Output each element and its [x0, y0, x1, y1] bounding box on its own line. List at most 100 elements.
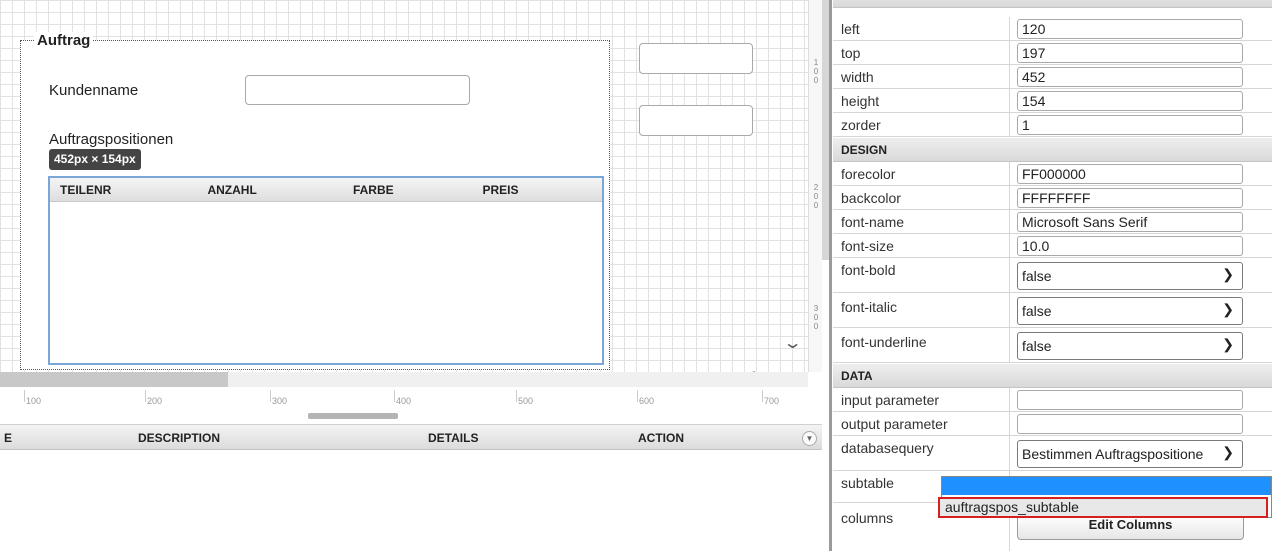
select-value: false	[1022, 268, 1052, 284]
subtable-column-teilenr[interactable]: TEILENR	[50, 178, 197, 201]
design-canvas[interactable]: Auftrag Kundenname Auftragspositionen TE…	[0, 0, 808, 372]
font-bold-select[interactable]: false ❯	[1017, 262, 1243, 290]
column-e[interactable]: E	[4, 431, 12, 445]
prop-label: font-size	[841, 238, 894, 254]
prop-row-width: width 452	[833, 65, 1272, 89]
prop-row-backcolor: backcolor FFFFFFFF	[833, 186, 1272, 210]
prop-label: font-italic	[841, 299, 898, 315]
prop-row-font-size: font-size 10.0	[833, 234, 1272, 258]
form-title: Auftrag	[34, 32, 94, 49]
column-action[interactable]: ACTION	[638, 431, 684, 445]
prop-row-databasequery: databasequery Bestimmen Auftragsposition…	[833, 436, 1272, 471]
prop-row-font-bold: font-bold false ❯	[833, 258, 1272, 293]
prop-label: columns	[841, 510, 894, 526]
select-value: false	[1022, 338, 1052, 354]
vertical-scrollbar-thumb[interactable]	[822, 0, 829, 260]
vertical-ruler: 1 0 0 2 0 0 3 0 0	[808, 0, 822, 372]
subtable-column-anzahl[interactable]: ANZAHL	[197, 178, 342, 201]
dropdown-option-auftragspos-subtable[interactable]: auftragspos_subtable	[938, 497, 1268, 518]
hruler-label: 200	[147, 396, 163, 406]
property-panel: LAYOUT left 120 top 197 width 452 height…	[833, 0, 1272, 551]
prop-row-top: top 197	[833, 41, 1272, 65]
prop-label: left	[841, 21, 860, 37]
panel-splitter[interactable]	[308, 413, 398, 419]
left-input[interactable]: 120	[1017, 19, 1243, 39]
prop-row-font-underline: font-underline false ❯	[833, 328, 1272, 363]
font-underline-select[interactable]: false ❯	[1017, 332, 1243, 360]
forecolor-input[interactable]: FF000000	[1017, 164, 1243, 184]
height-input[interactable]: 154	[1017, 91, 1243, 111]
prop-row-input-parameter: input parameter	[833, 388, 1272, 412]
prop-row-forecolor: forecolor FF000000	[833, 162, 1272, 186]
bottom-grid: E DESCRIPTION DETAILS ACTION ▼	[0, 424, 822, 551]
prop-label: backcolor	[841, 190, 901, 206]
edit-columns-button[interactable]: Edit Columns	[1017, 518, 1244, 540]
hruler-label: 500	[518, 396, 534, 406]
prop-row-height: height 154	[833, 89, 1272, 113]
prop-label: font-name	[841, 214, 905, 230]
prop-label: font-bold	[841, 262, 896, 278]
output-parameter-input[interactable]	[1017, 414, 1243, 434]
subtable-column-farbe[interactable]: FARBE	[343, 178, 473, 201]
hruler-label: 300	[272, 396, 288, 406]
prop-row-font-name: font-name Microsoft Sans Serif	[833, 210, 1272, 234]
prop-label: font-underline	[841, 334, 927, 350]
horizontal-ruler: 100 200 300 400 500 600 700	[0, 390, 808, 412]
select-chevron-icon: ❯	[1222, 336, 1234, 352]
kundenname-label: Kundenname	[49, 82, 139, 99]
backcolor-input[interactable]: FFFFFFFF	[1017, 188, 1243, 208]
side-control-1[interactable]	[639, 43, 753, 74]
hruler-label: 400	[396, 396, 412, 406]
prop-label: height	[841, 93, 880, 109]
select-chevron-icon: ❯	[1222, 301, 1234, 317]
section-layout: LAYOUT	[833, 0, 1272, 8]
grid-menu-icon[interactable]: ▼	[802, 431, 817, 446]
panel-divider[interactable]	[829, 0, 832, 551]
select-value: Bestimmen Auftragspositione	[1022, 446, 1204, 462]
prop-row-font-italic: font-italic false ❯	[833, 293, 1272, 328]
prop-label: forecolor	[841, 166, 896, 182]
section-design: DESIGN	[833, 138, 1272, 162]
chevron-down-icon[interactable]: ⌄	[783, 333, 803, 353]
prop-label: width	[841, 69, 874, 85]
prop-label: subtable	[841, 475, 894, 491]
hruler-label: 600	[639, 396, 655, 406]
font-size-input[interactable]: 10.0	[1017, 236, 1243, 256]
prop-row-left: left 120	[833, 17, 1272, 41]
subtable-control[interactable]: TEILENR ANZAHL FARBE PREIS	[48, 176, 604, 365]
column-description[interactable]: DESCRIPTION	[138, 431, 220, 445]
prop-label: zorder	[841, 117, 881, 133]
vruler-label: 1 0 0	[813, 58, 819, 85]
vruler-label: 3 0 0	[813, 304, 819, 331]
dropdown-highlight-option[interactable]	[942, 477, 1271, 495]
width-input[interactable]: 452	[1017, 67, 1243, 87]
prop-label: input parameter	[841, 392, 940, 408]
prop-row-zorder: zorder 1	[833, 113, 1272, 137]
zorder-input[interactable]: 1	[1017, 115, 1243, 135]
databasequery-select[interactable]: Bestimmen Auftragspositione ❯	[1017, 440, 1243, 468]
subtable-column-preis[interactable]: PREIS	[472, 178, 602, 201]
prop-label: output parameter	[841, 416, 948, 432]
select-chevron-icon: ❯	[1222, 266, 1234, 282]
side-control-2[interactable]	[639, 105, 753, 136]
size-tooltip: 452px × 154px	[49, 149, 141, 170]
horizontal-scrollbar-thumb[interactable]	[0, 372, 228, 387]
font-italic-select[interactable]: false ❯	[1017, 297, 1243, 325]
hruler-label: 100	[26, 396, 42, 406]
subtable-header: TEILENR ANZAHL FARBE PREIS	[50, 178, 602, 202]
auftragspositionen-label: Auftragspositionen	[49, 131, 174, 148]
select-chevron-icon: ❯	[1222, 444, 1234, 460]
prop-label: top	[841, 45, 861, 61]
bottom-grid-header: E DESCRIPTION DETAILS ACTION ▼	[0, 424, 822, 450]
prop-label: databasequery	[841, 440, 934, 456]
select-value: false	[1022, 303, 1052, 319]
font-name-input[interactable]: Microsoft Sans Serif	[1017, 212, 1243, 232]
top-input[interactable]: 197	[1017, 43, 1243, 63]
hruler-label: 700	[764, 396, 780, 406]
column-details[interactable]: DETAILS	[428, 431, 478, 445]
input-parameter-input[interactable]	[1017, 390, 1243, 410]
kundenname-input[interactable]	[245, 75, 470, 105]
vruler-label: 2 0 0	[813, 183, 819, 210]
section-data: DATA	[833, 364, 1272, 388]
prop-row-output-parameter: output parameter	[833, 412, 1272, 436]
